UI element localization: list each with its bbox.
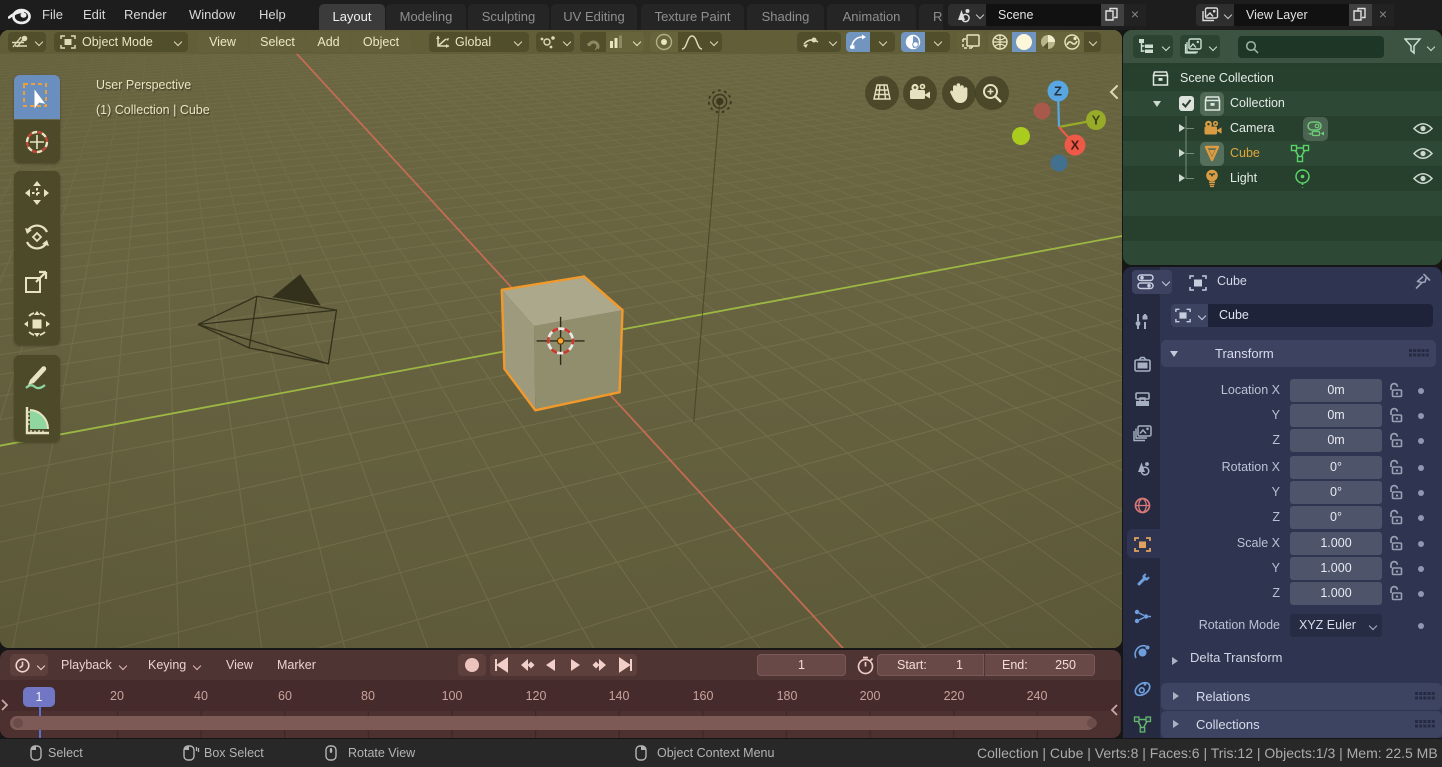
svg-text:X: X (1071, 138, 1080, 153)
svg-text:Z: Z (1054, 84, 1062, 99)
svg-text:Y: Y (1092, 113, 1101, 128)
